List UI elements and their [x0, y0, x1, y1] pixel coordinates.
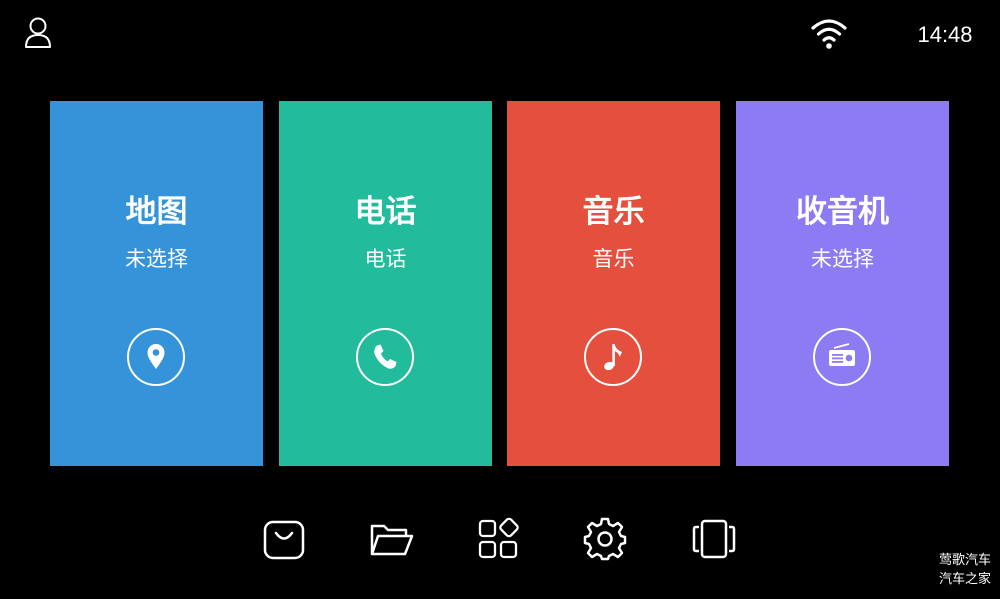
status-bar: 14:48	[0, 0, 1000, 70]
map-card-subtitle: 未选择	[125, 247, 188, 271]
radio-card-title: 收音机	[796, 194, 889, 230]
map-card-title: 地图	[125, 194, 188, 230]
watermark: 莺歌汽车 汽车之家	[914, 549, 994, 591]
music-card-subtitle: 音乐	[592, 247, 635, 271]
clock-time: 14:48	[917, 22, 973, 47]
folder-icon[interactable]	[368, 516, 414, 562]
phone-icon	[355, 327, 415, 387]
map-pin-hole	[152, 349, 160, 356]
phone-card-title: 电话	[354, 194, 417, 230]
map-card[interactable]: 地图 未选择	[50, 101, 263, 466]
bottom-dock	[0, 508, 1000, 568]
phone-card-subtitle: 电话	[364, 247, 407, 271]
settings-gear-icon[interactable]	[582, 516, 628, 562]
apps-grid-icon[interactable]	[475, 516, 521, 562]
wifi-icon	[810, 15, 848, 51]
watermark-line-2: 汽车之家	[938, 572, 991, 587]
radio-icon	[812, 327, 872, 387]
radio-card-subtitle: 未选择	[811, 247, 874, 271]
user-icon[interactable]	[24, 16, 52, 50]
app-store-bag-icon[interactable]	[261, 516, 307, 562]
music-card[interactable]: 音乐 音乐	[507, 101, 720, 466]
phone-card[interactable]: 电话 电话	[279, 101, 492, 466]
radio-card[interactable]: 收音机 未选择	[736, 101, 949, 466]
watermark-line-1: 莺歌汽车	[938, 553, 991, 568]
music-card-title: 音乐	[582, 194, 645, 230]
screen-switch-icon[interactable]	[691, 516, 737, 562]
map-pin-icon	[126, 327, 186, 387]
music-note-icon	[583, 327, 643, 387]
